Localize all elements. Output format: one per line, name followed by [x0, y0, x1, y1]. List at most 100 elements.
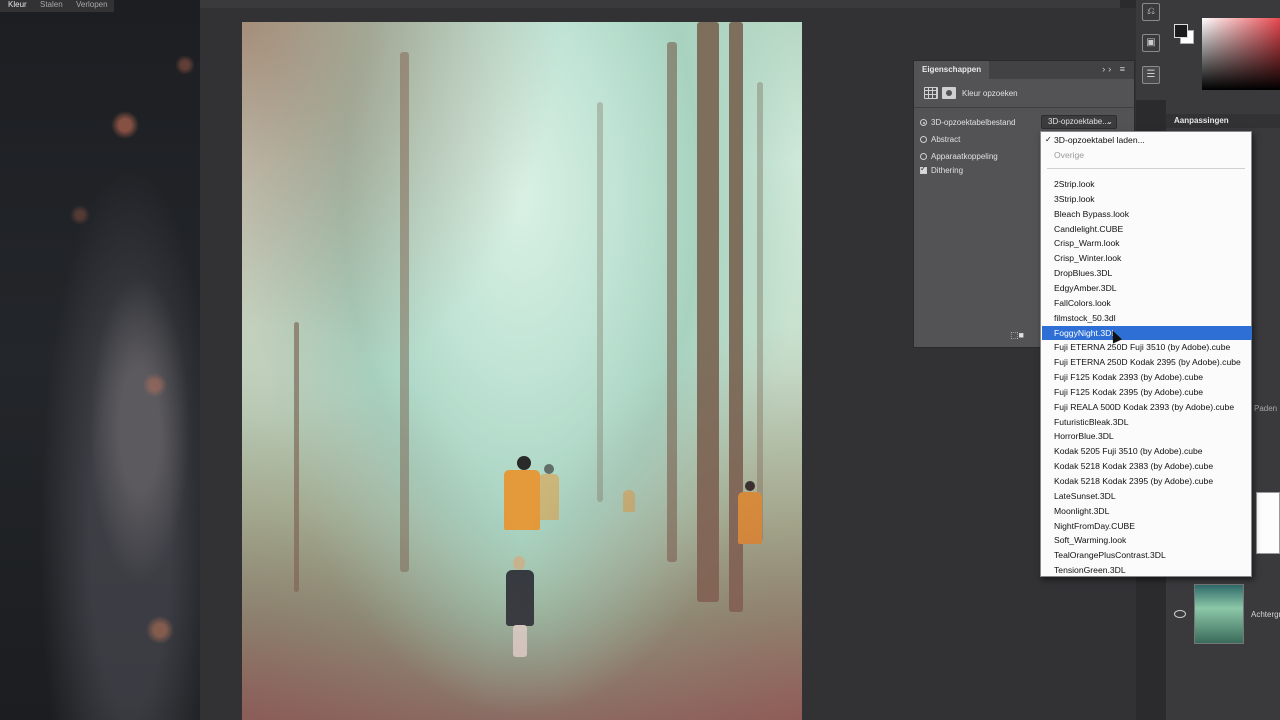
menu-item-lut[interactable]: TensionGreen.3DL [1042, 563, 1252, 578]
menu-item-lut[interactable]: Moonlight.3DL [1042, 504, 1252, 519]
adjustment-title: Kleur opzoeken [962, 89, 1018, 98]
menu-item-lut[interactable]: FoggyNight.3DL [1042, 325, 1252, 341]
panel-menu-icon[interactable]: ›› ≡ [1102, 64, 1128, 74]
menu-item-label: 2Strip.look [1054, 179, 1095, 189]
tab-gradients[interactable]: Verlopen [76, 0, 108, 9]
menu-item-lut[interactable]: HorrorBlue.3DL [1042, 429, 1252, 444]
layer-mask-thumbnail[interactable] [1256, 492, 1280, 554]
lut-file-select[interactable]: 3D-opzoektabe... ⌄ [1041, 115, 1117, 129]
photo-vignette [242, 22, 802, 720]
layer-name[interactable]: Achtergr [1251, 610, 1280, 619]
menu-item-label: Fuji F125 Kodak 2395 (by Adobe).cube [1054, 386, 1204, 397]
menu-item-label: Kodak 5218 Kodak 2383 (by Adobe).cube [1054, 461, 1214, 472]
menu-item-lut[interactable]: DropBlues.3DL [1042, 266, 1252, 281]
menu-item-label: Fuji ETERNA 250D Fuji 3510 (by Adobe).cu… [1054, 342, 1231, 353]
libraries-icon[interactable]: ▣ [1142, 34, 1160, 52]
blurred-background [0, 0, 200, 720]
layer-mask-icon[interactable] [942, 87, 956, 99]
menu-item-label: FallColors.look [1054, 297, 1111, 308]
checkbox-dithering[interactable] [920, 164, 927, 174]
document-tab-bar [200, 0, 1120, 8]
menu-item-label: TealOrangePlusContrast.3DL [1054, 550, 1166, 561]
menu-item-label: 3Strip.look [1054, 193, 1095, 204]
color-picker-field[interactable] [1202, 18, 1280, 90]
menu-section-label: Overige [1054, 150, 1085, 160]
tab-swatches[interactable]: Stalen [40, 0, 63, 9]
menu-item-lut[interactable]: Fuji ETERNA 250D Kodak 2395 (by Adobe).c… [1042, 355, 1252, 370]
menu-item-lut[interactable]: NightFromDay.CUBE [1042, 519, 1252, 534]
menu-item-lut[interactable]: Crisp_Warm.look [1042, 236, 1252, 251]
menu-item-lut[interactable]: Bleach Bypass.look [1042, 207, 1252, 222]
menu-item-lut[interactable]: Kodak 5205 Fuji 3510 (by Adobe).cube [1042, 444, 1252, 459]
option-label: 3D-opzoektabelbestand [931, 118, 1016, 127]
properties-panel-header: Eigenschappen ›› ≡ [914, 61, 1134, 79]
foreground-color-swatch[interactable] [1174, 24, 1188, 38]
radio-device-link[interactable] [920, 153, 927, 160]
menu-separator [1047, 168, 1245, 169]
menu-item-label: Fuji REALA 500D Kodak 2393 (by Adobe).cu… [1054, 401, 1235, 412]
paths-tab[interactable]: Paden [1254, 404, 1277, 413]
menu-item-label: Fuji ETERNA 250D Kodak 2395 (by Adobe).c… [1054, 357, 1241, 368]
menu-item-lut[interactable]: filmstock_50.3dl [1042, 311, 1252, 326]
menu-item-label: FuturisticBleak.3DL [1054, 416, 1129, 427]
menu-item-label: EdgyAmber.3DL [1054, 282, 1117, 293]
menu-item-label: Kodak 5205 Fuji 3510 (by Adobe).cube [1054, 446, 1203, 457]
menu-item-lut[interactable]: Kodak 5218 Kodak 2383 (by Adobe).cube [1042, 459, 1252, 474]
radio-3d-lut-file[interactable] [920, 119, 927, 126]
menu-item-lut[interactable]: 2Strip.look [1042, 177, 1252, 192]
menu-item-lut[interactable]: Crisp_Winter.look [1042, 251, 1252, 266]
history-icon[interactable]: ⎌ [1142, 3, 1160, 21]
menu-item-label: Crisp_Warm.look [1054, 238, 1120, 249]
layer-thumbnail[interactable] [1194, 584, 1244, 644]
option-label: Abstract [931, 135, 961, 144]
menu-item-lut[interactable]: FuturisticBleak.3DL [1042, 415, 1252, 430]
menu-item-lut[interactable]: Fuji F125 Kodak 2395 (by Adobe).cube [1042, 385, 1252, 400]
adjustments-panel-header: Aanpassingen [1166, 114, 1280, 128]
document-canvas-photo[interactable] [242, 22, 802, 720]
check-icon: ✓ [1045, 135, 1052, 144]
menu-item-other-header: Overige [1042, 148, 1252, 163]
menu-item-lut[interactable]: Candlelight.CUBE [1042, 222, 1252, 237]
option-label: Dithering [931, 166, 964, 175]
adjustments-label[interactable]: Aanpassingen [1174, 116, 1229, 125]
menu-item-label: FoggyNight.3DL [1054, 327, 1117, 338]
menu-item-lut[interactable]: EdgyAmber.3DL [1042, 281, 1252, 296]
menu-item-lut[interactable]: FallColors.look [1042, 296, 1252, 311]
menu-item-label: LateSunset.3DL [1054, 490, 1116, 501]
menu-item-lut[interactable]: Soft_Warming.look [1042, 533, 1252, 548]
lut-select-value: 3D-opzoektabe... [1048, 117, 1109, 126]
tab-color[interactable]: Kleur [8, 0, 27, 9]
menu-item-label: Bleach Bypass.look [1054, 208, 1129, 219]
chevron-down-icon: ⌄ [1106, 117, 1113, 126]
menu-item-lut[interactable]: Fuji REALA 500D Kodak 2393 (by Adobe).cu… [1042, 400, 1252, 415]
menu-item-lut[interactable]: 3Strip.look [1042, 192, 1252, 207]
menu-item-label: Candlelight.CUBE [1054, 223, 1124, 234]
menu-item-label: DropBlues.3DL [1054, 268, 1113, 279]
eye-icon[interactable] [1174, 610, 1186, 618]
menu-item-lut[interactable]: LateSunset.3DL [1042, 489, 1252, 504]
menu-item-label: TensionGreen.3DL [1054, 565, 1126, 576]
menu-item-label: NightFromDay.CUBE [1054, 520, 1136, 531]
menu-item-load-lut[interactable]: ✓ 3D-opzoektabel laden... [1042, 133, 1252, 148]
menu-item-label: Crisp_Winter.look [1054, 253, 1122, 264]
menu-item-label: Moonlight.3DL [1054, 505, 1110, 516]
adjustment-grid-icon [924, 87, 938, 99]
option-label: Apparaatkoppeling [931, 152, 998, 161]
menu-item-label: 3D-opzoektabel laden... [1054, 135, 1145, 145]
lut-dropdown-menu: ✓ 3D-opzoektabel laden... Overige 2Strip… [1040, 131, 1252, 577]
divider [914, 107, 1134, 108]
menu-item-label: Fuji F125 Kodak 2393 (by Adobe).cube [1054, 372, 1204, 383]
properties-sliders-icon[interactable]: ☰ [1142, 66, 1160, 84]
menu-item-label: Soft_Warming.look [1054, 535, 1127, 546]
tab-properties[interactable]: Eigenschappen [914, 61, 990, 79]
menu-item-lut[interactable]: TealOrangePlusContrast.3DL [1042, 548, 1252, 563]
menu-item-lut[interactable]: Fuji F125 Kodak 2393 (by Adobe).cube [1042, 370, 1252, 385]
menu-item-lut[interactable]: Kodak 5218 Kodak 2395 (by Adobe).cube [1042, 474, 1252, 489]
menu-item-label: HorrorBlue.3DL [1054, 431, 1114, 442]
menu-item-lut[interactable]: Fuji ETERNA 250D Fuji 3510 (by Adobe).cu… [1042, 340, 1252, 355]
color-panel-tabs: Kleur Stalen Verlopen [0, 0, 114, 12]
menu-item-label: Kodak 5218 Kodak 2395 (by Adobe).cube [1054, 476, 1214, 486]
clip-to-layer-icon[interactable]: ⬚■ [1010, 330, 1024, 341]
radio-abstract[interactable] [920, 136, 927, 143]
menu-item-label: filmstock_50.3dl [1054, 312, 1116, 323]
